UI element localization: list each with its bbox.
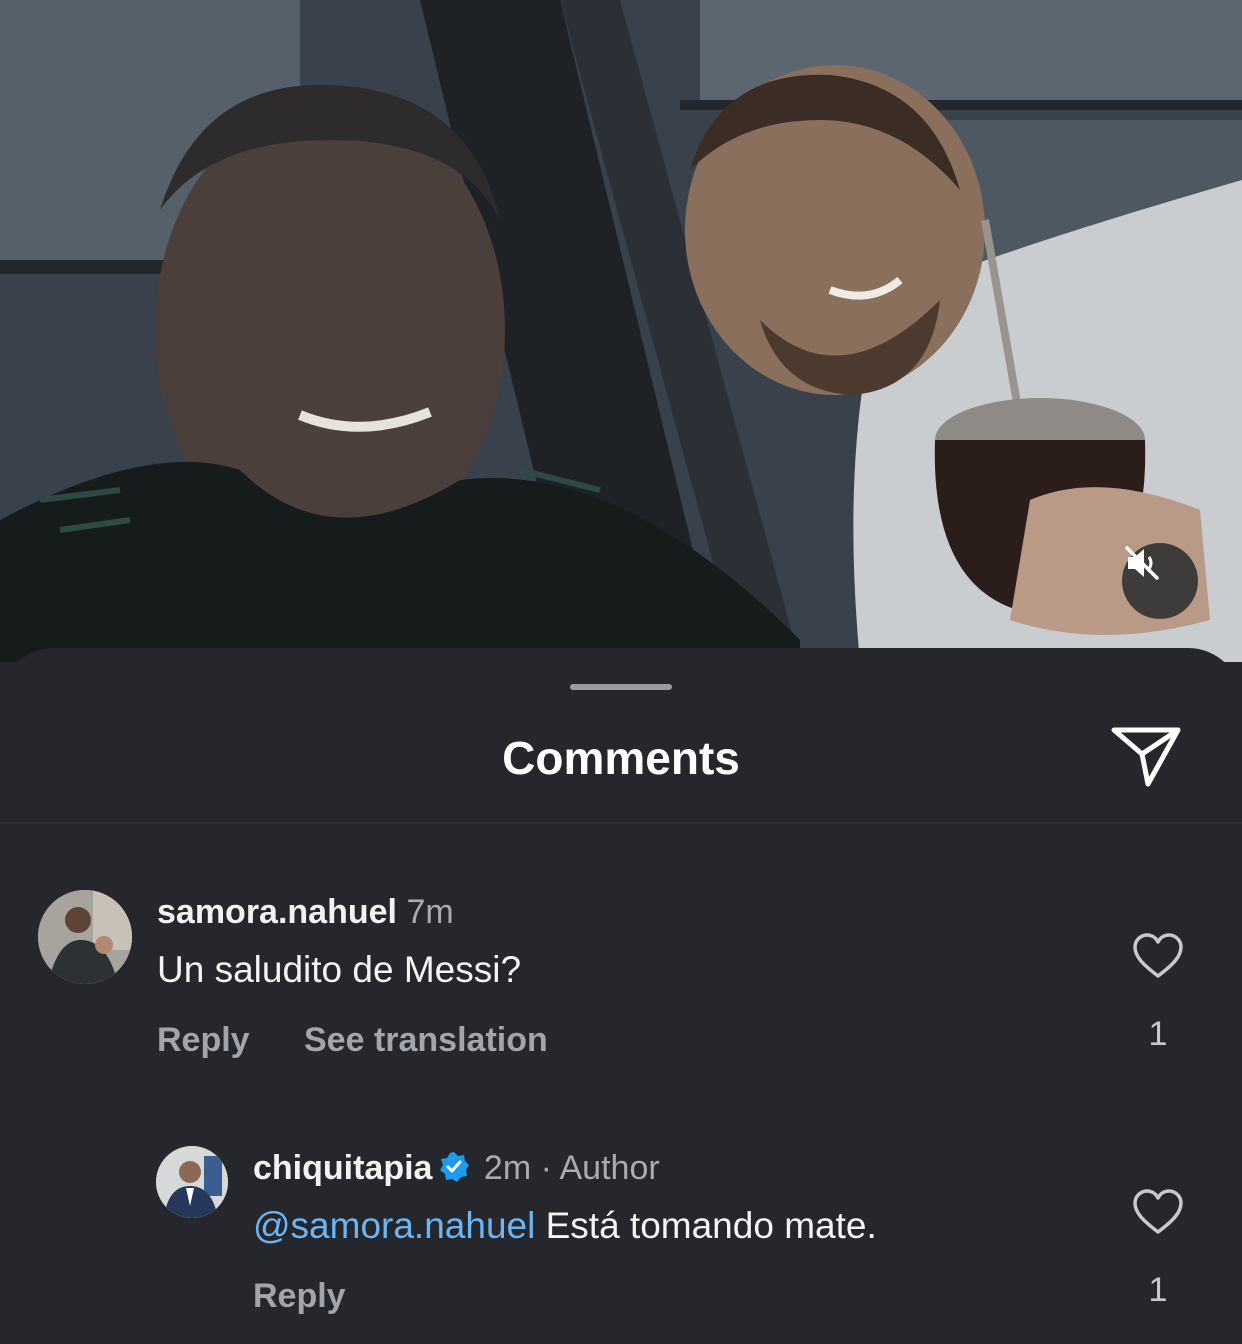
speaker-muted-icon xyxy=(1125,546,1159,580)
like-button[interactable] xyxy=(1132,1188,1184,1236)
comments-sheet: Comments samora.nahuel 7m Un saludito de… xyxy=(0,648,1242,1344)
mute-button[interactable] xyxy=(1122,543,1198,619)
share-button[interactable] xyxy=(1108,724,1184,788)
timestamp: 2m xyxy=(483,1149,532,1187)
mention-link[interactable]: @samora.nahuel xyxy=(253,1205,535,1246)
photo-illustration xyxy=(0,0,1242,662)
comment-header: chiquitapia 2m · Author xyxy=(253,1148,660,1188)
verified-badge-icon xyxy=(440,1152,470,1182)
author-label: · Author xyxy=(540,1149,660,1187)
timestamp: 7m xyxy=(406,893,454,931)
sheet-title: Comments xyxy=(502,732,740,784)
comment-text: Un saludito de Messi? xyxy=(157,949,522,990)
avatar-image xyxy=(38,890,132,984)
reply-button[interactable]: Reply xyxy=(253,1276,346,1316)
avatar[interactable] xyxy=(38,890,132,984)
paper-plane-icon xyxy=(1111,727,1181,787)
username[interactable]: samora.nahuel xyxy=(157,893,397,931)
post-photo xyxy=(0,0,1242,662)
divider xyxy=(0,822,1242,824)
like-count: 1 xyxy=(1148,1271,1168,1309)
avatar-image xyxy=(156,1146,228,1218)
heart-outline-icon xyxy=(1133,1189,1183,1234)
like-count: 1 xyxy=(1148,1015,1168,1053)
heart-outline-icon xyxy=(1133,933,1183,978)
username[interactable]: chiquitapia xyxy=(253,1149,432,1187)
comment-header: samora.nahuel 7m xyxy=(157,892,454,932)
comment-body: Está tomando mate. xyxy=(535,1205,877,1246)
avatar[interactable] xyxy=(156,1146,228,1218)
see-translation-button[interactable]: See translation xyxy=(304,1020,548,1060)
drag-handle[interactable] xyxy=(570,684,672,690)
comment-text: @samora.nahuel Está tomando mate. xyxy=(253,1204,877,1248)
reply-button[interactable]: Reply xyxy=(157,1020,250,1060)
like-button[interactable] xyxy=(1132,932,1184,980)
